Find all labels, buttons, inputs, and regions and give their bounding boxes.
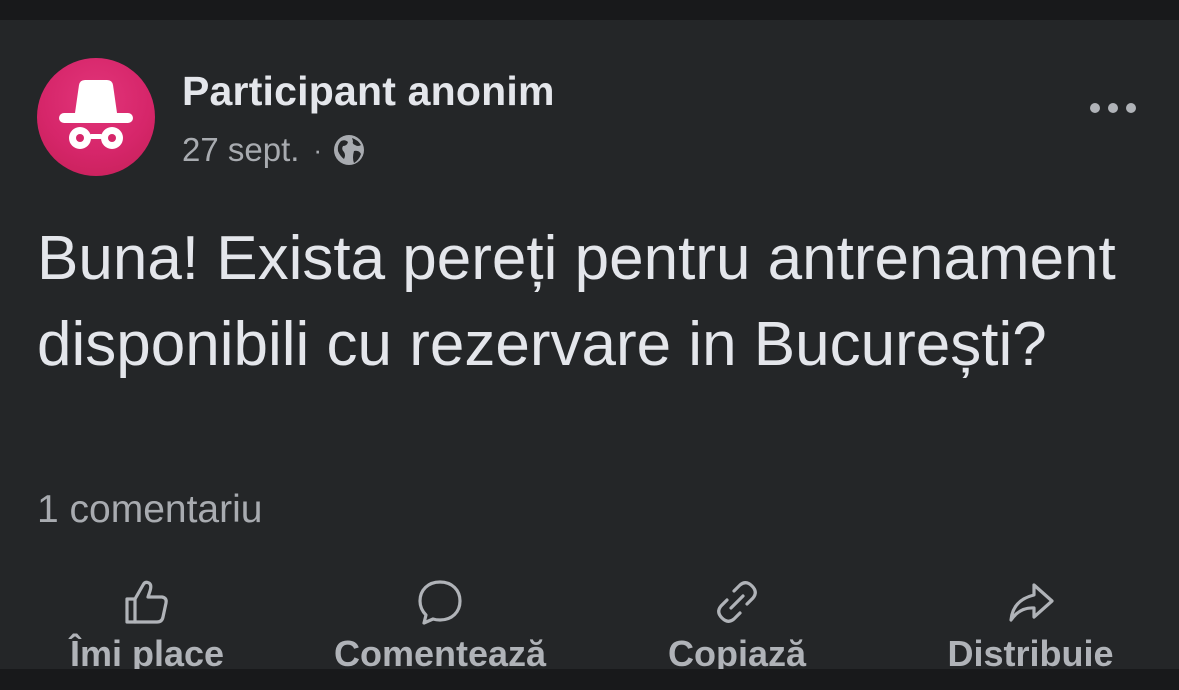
comments-count-link[interactable]: 1 comentariu <box>37 488 262 532</box>
post-date[interactable]: 27 sept. <box>182 131 299 169</box>
share-arrow-icon <box>1008 583 1054 622</box>
post-text: Buna! Exista pereți pentru antrenament d… <box>37 224 1116 379</box>
incognito-icon <box>59 80 133 149</box>
more-options-icon <box>1090 103 1136 113</box>
author-name[interactable]: Participant anonim <box>182 68 555 115</box>
link-icon <box>717 581 757 623</box>
more-options-button[interactable] <box>1080 90 1146 126</box>
avatar[interactable] <box>37 58 155 176</box>
comment-button[interactable]: Comentează <box>310 568 570 678</box>
share-button[interactable]: Distribuie <box>928 568 1133 678</box>
comment-bubble-icon <box>418 580 462 625</box>
thumbs-up-icon <box>125 580 168 624</box>
like-button[interactable]: Îmi place <box>52 568 242 678</box>
copy-link-button[interactable]: Copiază <box>642 568 832 678</box>
post-card: Participant anonim 27 sept. · Buna! Exis… <box>0 20 1179 674</box>
top-separator <box>0 0 1179 11</box>
globe-icon[interactable] <box>332 133 366 167</box>
meta-separator: · <box>313 134 323 165</box>
action-bar: Îmi place Comentează Copiază Distribuie <box>0 568 1179 678</box>
post-meta: 27 sept. · <box>182 128 366 172</box>
bottom-separator <box>0 669 1179 690</box>
